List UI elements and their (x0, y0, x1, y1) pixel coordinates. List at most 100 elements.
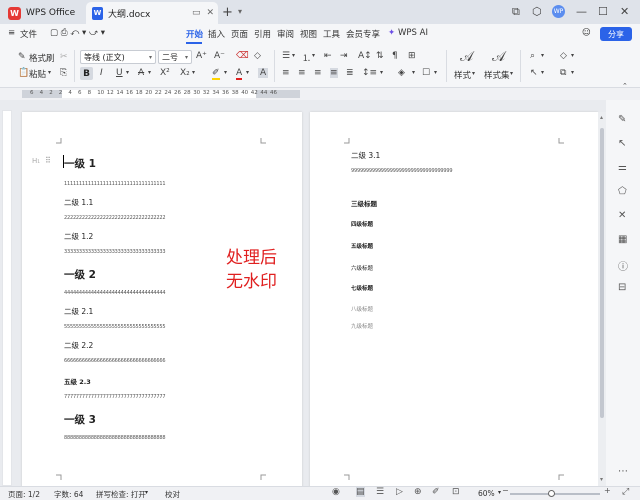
select-chevron-icon[interactable]: ▾ (541, 69, 544, 76)
eraser-icon[interactable]: ◇ (254, 51, 261, 61)
border-chevron-icon[interactable]: ▾ (434, 69, 437, 76)
window-mode-icon[interactable]: ▭ (192, 8, 201, 18)
line-spacing-chevron-icon[interactable]: ▾ (380, 69, 383, 76)
paste-label[interactable]: 粘贴 (29, 68, 46, 80)
tools-icon[interactable]: ✕ (618, 210, 626, 221)
vertical-ruler[interactable] (2, 110, 12, 486)
close-window-icon[interactable]: ✕ (620, 5, 629, 18)
styles-chevron-icon[interactable]: ▾ (472, 70, 475, 77)
style-set-chevron-icon[interactable]: ▾ (510, 70, 513, 77)
shrink-font-icon[interactable]: A⁻ (214, 51, 225, 61)
heading-8[interactable]: 八级标题 (351, 305, 373, 313)
paste-chevron-icon[interactable]: ▾ (48, 69, 51, 76)
char-shading-icon[interactable]: A (258, 68, 269, 78)
menu-insert[interactable]: 插入 (208, 28, 225, 40)
drag-handle-icon[interactable]: ⠿ (45, 156, 51, 165)
body-text[interactable]: 7777777777777777777777777777777777 (64, 394, 166, 400)
eye-icon[interactable]: ◉ (332, 487, 340, 497)
heading-4[interactable]: 四级标题 (351, 220, 373, 228)
font-color-icon[interactable]: A (236, 68, 243, 80)
find-icon[interactable]: ⌕ (530, 51, 535, 61)
justify-icon[interactable]: ≡ (330, 68, 338, 78)
numbered-list-icon[interactable]: ⒈ (302, 51, 311, 64)
maximize-icon[interactable]: ☐ (598, 5, 608, 18)
body-text[interactable]: 4444444444444444444444444444444444 (64, 290, 166, 296)
spell-chevron-icon[interactable]: ▾ (145, 489, 148, 496)
shading-chevron-icon[interactable]: ▾ (412, 69, 415, 76)
decrease-indent-icon[interactable]: ⇤ (324, 51, 332, 61)
line-settings-icon[interactable]: ⊞ (408, 51, 416, 61)
word-count[interactable]: 字数: 64 (54, 489, 83, 500)
body-text[interactable]: 5555555555555555555555555555555555 (64, 324, 166, 330)
adjust-icon[interactable]: ⚌ (618, 162, 627, 173)
highlight-icon[interactable]: ✐ (212, 68, 220, 80)
more-icon[interactable]: ⋯ (618, 466, 628, 477)
heading-6[interactable]: 六级标题 (351, 264, 373, 272)
highlight-chevron-icon[interactable]: ▾ (224, 69, 227, 76)
horizontal-ruler[interactable]: 6 4 2 2 4 6 8 10 12 14 16 18 20 22 24 26 28 30 32 34 36 38 40 4… (0, 88, 640, 100)
heading-2-3-1[interactable]: 二级 3.1 (351, 150, 380, 161)
heading-7[interactable]: 七级标题 (351, 284, 373, 292)
heading-9[interactable]: 九级标题 (351, 322, 373, 330)
bullet-chevron-icon[interactable]: ▾ (292, 52, 295, 59)
avatar[interactable]: WP (552, 5, 565, 18)
align-center-icon[interactable]: ≡ (298, 68, 306, 78)
strike-chevron-icon[interactable]: ▾ (148, 69, 151, 76)
italic-button[interactable]: I (100, 68, 103, 78)
numbered-chevron-icon[interactable]: ▾ (312, 52, 315, 59)
heading-3[interactable]: 三级标题 (351, 198, 377, 208)
menu-file[interactable]: 文件 (20, 28, 37, 40)
font-color-chevron-icon[interactable]: ▾ (246, 69, 249, 76)
tab-document[interactable]: W 大纲.docx ▭ ✕ (86, 2, 218, 24)
underline-button[interactable]: U (116, 68, 123, 78)
close-tab-icon[interactable]: ✕ (206, 8, 214, 18)
menu-member[interactable]: 会员专享 (346, 28, 380, 40)
arrange-icon[interactable]: ⧉ (560, 68, 566, 78)
scroll-up-icon[interactable]: ▴ (600, 114, 603, 121)
line-spacing-icon[interactable]: ↕≡ (362, 68, 377, 78)
table-icon[interactable]: ▦ (618, 234, 627, 245)
clear-format-icon[interactable]: ⌫ (236, 51, 249, 61)
tab-list-chevron-icon[interactable]: ▾ (238, 7, 242, 16)
new-tab-icon[interactable]: + (222, 5, 233, 20)
styles-label[interactable]: 样式 (454, 69, 471, 81)
heading-2-1-1[interactable]: 二级 1.1 (64, 197, 93, 208)
heading-2-1-2[interactable]: 二级 1.2 (64, 231, 93, 242)
zoom-slider-knob[interactable] (548, 490, 555, 497)
align-left-icon[interactable]: ≡ (282, 68, 290, 78)
style-set-label[interactable]: 样式集 (484, 69, 510, 81)
shapes-icon[interactable]: ⬠ (618, 186, 627, 197)
font-name-select[interactable]: 等线 (正文) ▾ (80, 50, 156, 64)
zoom-in-icon[interactable]: + (604, 486, 611, 495)
font-size-select[interactable]: 二号 ▾ (158, 50, 192, 64)
underline-chevron-icon[interactable]: ▾ (126, 69, 129, 76)
select-tool-icon[interactable]: ↖ (618, 138, 626, 149)
hamburger-icon[interactable]: ≡ (8, 28, 15, 38)
read-mode-icon[interactable]: ▷ (396, 487, 403, 497)
help-icon[interactable]: ⓘ (618, 258, 628, 273)
format-painter-icon[interactable]: ✎ (18, 52, 26, 62)
focus-icon[interactable]: ⊡ (452, 487, 460, 497)
heading-2-2-1[interactable]: 二级 2.1 (64, 306, 93, 317)
zoom-chevron-icon[interactable]: ▾ (498, 489, 501, 496)
outline-view-icon[interactable]: ☰ (376, 487, 384, 497)
scroll-down-icon[interactable]: ▾ (600, 476, 603, 483)
heading-2-2-2[interactable]: 二级 2.2 (64, 340, 93, 351)
window-layout-icon[interactable]: ⧉ (512, 5, 520, 19)
heading-1-c[interactable]: 一级 3 (64, 412, 96, 427)
text-direction-icon[interactable]: A↕ (358, 51, 372, 61)
format-painter-label[interactable]: 格式刷 (29, 52, 55, 64)
bold-button[interactable]: B (80, 67, 93, 80)
menu-review[interactable]: 审阅 (277, 28, 294, 40)
cube-icon[interactable]: ⬡ (532, 5, 542, 18)
menu-tools[interactable]: 工具 (323, 28, 340, 40)
body-text[interactable]: 6666666666666666666666666666666666 (64, 358, 166, 364)
paste-icon[interactable]: 📋 (18, 68, 29, 78)
subscript-button[interactable]: X₂ (180, 68, 190, 78)
body-text[interactable]: 9999999999999999999999999999999999 (351, 168, 453, 174)
body-text[interactable]: 1111111111111111111111111111111111 (64, 181, 166, 187)
proofread[interactable]: 校对 (165, 489, 180, 500)
menu-wps-ai[interactable]: WPS AI (398, 28, 428, 38)
border-icon[interactable]: ☐ (422, 68, 430, 78)
align-right-icon[interactable]: ≡ (314, 68, 322, 78)
